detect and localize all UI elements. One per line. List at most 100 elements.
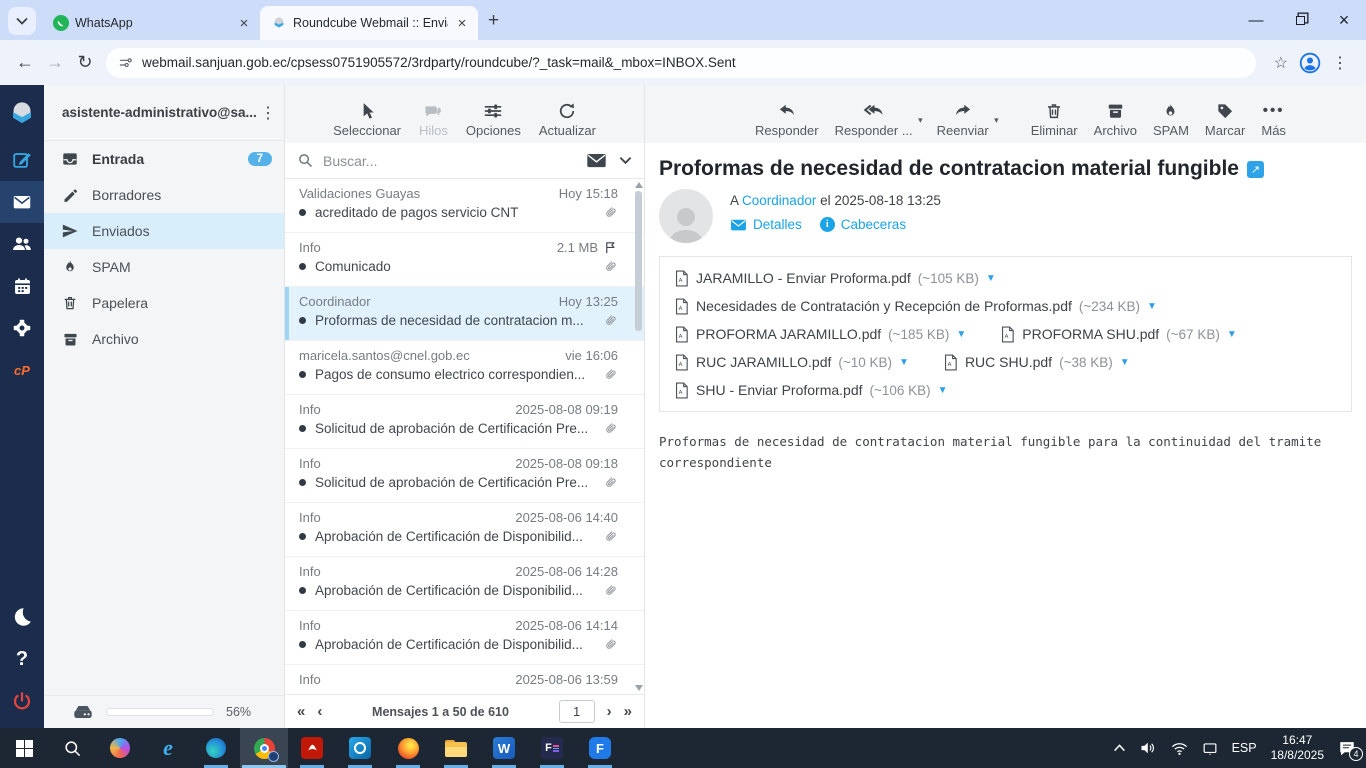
details-toggle[interactable]: Detalles (730, 217, 802, 232)
last-page-button[interactable]: » (624, 703, 632, 720)
previous-page-button[interactable]: ‹ (317, 703, 322, 720)
forward-button[interactable]: → (40, 52, 70, 73)
spam-button[interactable]: SPAM (1153, 101, 1189, 138)
file-explorer-icon[interactable] (432, 728, 480, 768)
minimize-button[interactable]: — (1234, 0, 1278, 40)
attachment-menu-caret-icon[interactable]: ▼ (1227, 329, 1237, 340)
wifi-icon[interactable] (1171, 742, 1188, 755)
attachment-menu-caret-icon[interactable]: ▼ (1147, 301, 1157, 312)
attachment-item[interactable]: A RUC JARAMILLO.pdf (~10 KB) ▼ (674, 353, 909, 371)
f-app-icon[interactable]: F (576, 728, 624, 768)
forward-caret-icon[interactable]: ▾ (994, 115, 999, 126)
notification-center-icon[interactable]: 4 (1338, 740, 1363, 761)
attachment-item[interactable]: A PROFORMA SHU.pdf (~67 KB) ▼ (1000, 325, 1237, 343)
taskbar-search-icon[interactable] (48, 728, 96, 768)
attachment-item[interactable]: A SHU - Enviar Proforma.pdf (~106 KB) ▼ (674, 381, 948, 399)
headers-toggle[interactable]: i Cabeceras (819, 217, 906, 232)
cpanel-icon[interactable]: cP (0, 349, 44, 391)
chrome-icon[interactable] (240, 728, 288, 768)
volume-icon[interactable] (1140, 741, 1157, 755)
list-item[interactable]: Info 2025-08-08 09:18 Solicitud de aproba… (285, 449, 644, 503)
help-icon[interactable]: ? (0, 638, 44, 680)
start-button[interactable] (0, 728, 48, 768)
search-input[interactable] (323, 152, 586, 169)
first-page-button[interactable]: « (297, 703, 305, 720)
tab-close-icon[interactable]: × (236, 15, 252, 32)
back-button[interactable]: ← (10, 52, 40, 73)
site-controls-icon[interactable] (118, 55, 134, 71)
next-page-button[interactable]: › (607, 703, 612, 720)
compose-button[interactable] (0, 139, 44, 181)
list-item[interactable]: Info 2.1 MB Comunicado (285, 233, 644, 287)
restore-button[interactable] (1278, 0, 1322, 40)
tab-close-icon[interactable]: × (454, 15, 470, 32)
list-item-selected[interactable]: Coordinador Hoy 13:25 Proformas de necesi… (285, 287, 644, 341)
edge-icon[interactable] (192, 728, 240, 768)
reply-all-button[interactable]: Responder ... ▾ (835, 101, 923, 138)
roundcube-logo[interactable] (0, 89, 44, 139)
sidebar-item-spam[interactable]: SPAM (44, 249, 284, 285)
fs-app-icon[interactable]: F (528, 728, 576, 768)
settings-gear-icon[interactable] (0, 307, 44, 349)
word-icon[interactable]: W (480, 728, 528, 768)
reply-all-caret-icon[interactable]: ▾ (918, 115, 923, 126)
language-indicator[interactable]: ESP (1232, 741, 1257, 755)
outlook-icon[interactable] (336, 728, 384, 768)
page-number-input[interactable] (558, 700, 595, 723)
select-button[interactable]: Seleccionar (333, 101, 401, 138)
list-scrollbar[interactable] (633, 179, 644, 694)
new-tab-button[interactable]: + (488, 10, 499, 32)
acrobat-icon[interactable] (288, 728, 336, 768)
internet-explorer-icon[interactable]: e (144, 728, 192, 768)
copilot-icon[interactable] (96, 728, 144, 768)
sidebar-item-entrada[interactable]: Entrada 7 (44, 141, 284, 177)
attachment-menu-caret-icon[interactable]: ▼ (1120, 357, 1130, 368)
attachment-menu-caret-icon[interactable]: ▼ (938, 385, 948, 396)
tab-search-button[interactable] (8, 7, 36, 35)
refresh-button[interactable]: Actualizar (539, 101, 596, 138)
calendar-nav-icon[interactable] (0, 265, 44, 307)
sidebar-item-archivo[interactable]: Archivo (44, 321, 284, 357)
display-cast-icon[interactable] (1202, 742, 1218, 755)
list-item[interactable]: Validaciones Guayas Hoy 15:18 acreditado … (285, 179, 644, 233)
list-item[interactable]: Info 2025-08-06 14:14 Aprobación de Certi… (285, 611, 644, 665)
dark-mode-icon[interactable] (0, 596, 44, 638)
recipient-link[interactable]: Coordinador (742, 193, 816, 208)
sidebar-item-papelera[interactable]: Papelera (44, 285, 284, 321)
address-bar[interactable]: webmail.sanjuan.gob.ec/cpsess0751905572/… (106, 47, 1256, 78)
options-button[interactable]: Opciones (466, 101, 521, 138)
archive-button[interactable]: Archivo (1094, 101, 1137, 138)
open-in-new-window-icon[interactable]: ↗ (1246, 160, 1264, 178)
account-menu-icon[interactable]: ⋮ (260, 103, 276, 123)
tray-expand-chevron-icon[interactable] (1113, 744, 1126, 752)
reply-button[interactable]: Responder (755, 101, 819, 138)
mark-button[interactable]: Marcar (1205, 101, 1245, 138)
more-button[interactable]: ••• Más (1261, 101, 1286, 138)
sidebar-item-borradores[interactable]: Borradores (44, 177, 284, 213)
browser-menu-icon[interactable]: ⋮ (1332, 53, 1348, 73)
delete-button[interactable]: Eliminar (1031, 101, 1078, 138)
scroll-down-icon[interactable] (635, 685, 643, 691)
attachment-menu-caret-icon[interactable]: ▼ (899, 357, 909, 368)
reload-button[interactable]: ↻ (70, 52, 100, 73)
scrollbar-thumb[interactable] (635, 191, 642, 331)
list-item[interactable]: Info 2025-08-06 14:40 Aprobación de Certi… (285, 503, 644, 557)
attachment-menu-caret-icon[interactable]: ▼ (986, 273, 996, 284)
firefox-icon[interactable] (384, 728, 432, 768)
attachment-item[interactable]: A JARAMILLO - Enviar Proforma.pdf (~105 … (674, 269, 996, 287)
list-item[interactable]: Info 2025-08-06 14:28 Aprobación de Certi… (285, 557, 644, 611)
logout-power-icon[interactable] (0, 680, 44, 722)
attachment-item[interactable]: A RUC SHU.pdf (~38 KB) ▼ (943, 353, 1130, 371)
search-scope-mail-icon[interactable] (586, 152, 607, 169)
list-item[interactable]: maricela.santos@cnel.gob.ec vie 16:06 Pag… (285, 341, 644, 395)
search-options-chevron-icon[interactable] (619, 156, 632, 165)
profile-icon[interactable] (1298, 51, 1322, 75)
tab-whatsapp[interactable]: WhatsApp × (42, 6, 260, 40)
list-item[interactable]: Info 2025-08-08 09:19 Solicitud de aproba… (285, 395, 644, 449)
clock[interactable]: 16:47 18/8/2025 (1271, 733, 1324, 763)
bookmark-star-icon[interactable]: ☆ (1274, 53, 1288, 73)
tab-roundcube[interactable]: Roundcube Webmail :: Enviados × (260, 6, 478, 40)
attachment-menu-caret-icon[interactable]: ▼ (956, 329, 966, 340)
threads-button[interactable]: Hilos (419, 101, 448, 138)
forward-button[interactable]: Reenviar ▾ (937, 101, 999, 138)
